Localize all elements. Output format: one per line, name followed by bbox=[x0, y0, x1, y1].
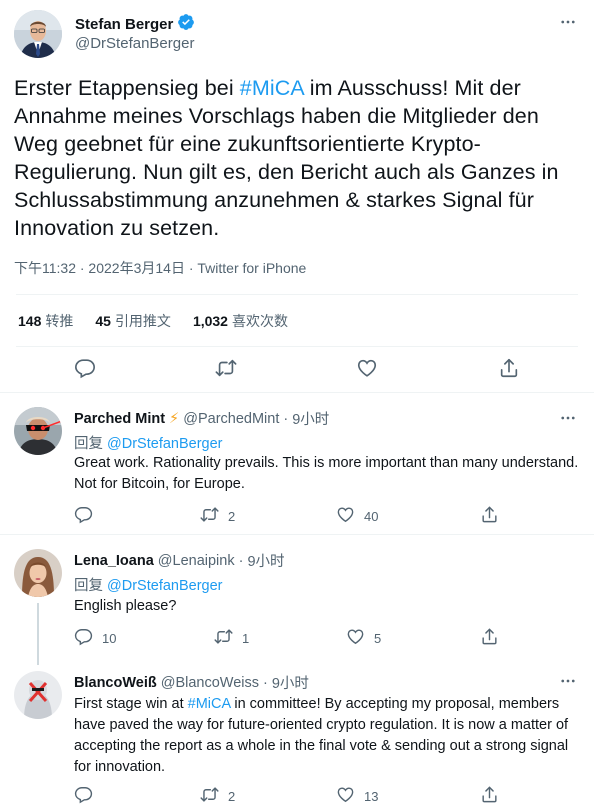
divider bbox=[16, 346, 578, 347]
like-icon[interactable] bbox=[355, 356, 379, 380]
reply-author-handle[interactable]: @ParchedMint bbox=[183, 411, 279, 427]
retweet-icon bbox=[200, 785, 219, 807]
retweet-icon bbox=[200, 505, 219, 527]
retweet-icon[interactable] bbox=[214, 356, 238, 380]
reply-author-name[interactable]: BlancoWeiß bbox=[74, 675, 157, 691]
retweet-button[interactable]: 2 bbox=[200, 785, 235, 807]
share-icon[interactable] bbox=[497, 356, 521, 380]
replying-to: 回复 @DrStefanBerger bbox=[74, 436, 223, 452]
more-icon[interactable] bbox=[558, 12, 578, 32]
like-icon bbox=[346, 627, 365, 649]
share-icon[interactable] bbox=[480, 505, 499, 524]
retweet-count[interactable]: 148 转推 bbox=[18, 311, 73, 331]
reply-header: Lena_Ioana @Lenaipink · 9小时 bbox=[74, 550, 285, 571]
reply-text: English please? bbox=[74, 598, 177, 614]
reply-icon bbox=[74, 627, 93, 649]
more-icon[interactable] bbox=[558, 671, 578, 691]
like-count: 40 bbox=[364, 508, 379, 524]
like-button[interactable]: 13 bbox=[336, 785, 378, 807]
reply-avatar[interactable] bbox=[14, 549, 62, 597]
like-count[interactable]: 1,032 喜欢次数 bbox=[193, 311, 288, 331]
reply-icon[interactable] bbox=[73, 356, 97, 380]
reply-avatar[interactable] bbox=[14, 671, 62, 719]
hashtag-link[interactable]: #MiCA bbox=[188, 696, 231, 712]
share-icon[interactable] bbox=[480, 785, 499, 804]
share-icon[interactable] bbox=[480, 627, 499, 646]
like-icon bbox=[336, 785, 355, 807]
author-name[interactable]: Stefan Berger bbox=[75, 13, 195, 35]
reply-time[interactable]: 9小时 bbox=[247, 550, 284, 571]
author-handle[interactable]: @DrStefanBerger bbox=[75, 35, 194, 52]
reply-author-handle[interactable]: @Lenaipink bbox=[158, 553, 235, 569]
retweet-count: 1 bbox=[242, 630, 250, 646]
main-tweet: Stefan Berger @DrStefanBerger Erster Eta… bbox=[0, 0, 594, 392]
mention-link[interactable]: @DrStefanBerger bbox=[107, 436, 222, 452]
tweet-timestamp[interactable]: 下午11:32 · 2022年3月14日 · Twitter for iPhon… bbox=[14, 258, 306, 278]
like-button[interactable]: 40 bbox=[336, 505, 378, 527]
tweet-actions bbox=[0, 356, 594, 386]
retweet-count: 2 bbox=[228, 788, 236, 804]
reply-author-name[interactable]: Parched Mint bbox=[74, 411, 165, 427]
divider bbox=[16, 294, 578, 295]
reply-text: Great work. Rationality prevails. This i… bbox=[74, 455, 579, 492]
more-icon[interactable] bbox=[558, 408, 578, 428]
retweet-icon bbox=[214, 627, 233, 649]
reply-icon[interactable] bbox=[74, 785, 93, 804]
reply-time[interactable]: 9小时 bbox=[292, 408, 329, 429]
verified-badge-icon bbox=[177, 13, 195, 35]
reply-author-name[interactable]: Lena_Ioana bbox=[74, 553, 154, 569]
reply-tweet: Parched Mint ⚡ @ParchedMint · 9小时 回复 @Dr… bbox=[0, 393, 594, 533]
reply-time[interactable]: 9小时 bbox=[272, 672, 309, 693]
author-avatar[interactable] bbox=[14, 10, 62, 58]
lightning-badge-icon: ⚡ bbox=[169, 410, 180, 427]
tweet-text: Erster Etappensieg bei #MiCA im Ausschus… bbox=[14, 76, 559, 240]
reply-actions: 2 40 bbox=[74, 505, 574, 527]
thread-line bbox=[37, 603, 39, 665]
tweet-stats: 148 转推 45 引用推文 1,032 喜欢次数 bbox=[18, 311, 288, 331]
like-icon bbox=[336, 505, 355, 527]
reply-count: 10 bbox=[102, 630, 117, 646]
like-count: 5 bbox=[374, 630, 382, 646]
retweet-button[interactable]: 2 bbox=[200, 505, 235, 527]
like-count: 13 bbox=[364, 788, 379, 804]
reply-author-handle[interactable]: @BlancoWeiss bbox=[161, 675, 259, 691]
replying-to: 回复 @DrStefanBerger bbox=[74, 578, 223, 594]
retweet-button[interactable]: 1 bbox=[214, 627, 249, 649]
like-button[interactable]: 5 bbox=[346, 627, 381, 649]
reply-tweet: Lena_Ioana @Lenaipink · 9小时 回复 @DrStefan… bbox=[0, 535, 594, 665]
reply-tweet: BlancoWeiß @BlancoWeiss · 9小时 First stag… bbox=[0, 665, 594, 812]
quote-count[interactable]: 45 引用推文 bbox=[95, 311, 171, 331]
hashtag-link[interactable]: #MiCA bbox=[240, 76, 304, 100]
reply-avatar[interactable] bbox=[14, 407, 62, 455]
reply-text: First stage win at #MiCA in committee! B… bbox=[74, 696, 569, 775]
reply-icon[interactable] bbox=[74, 505, 93, 524]
reply-button[interactable]: 10 bbox=[74, 627, 116, 649]
mention-link[interactable]: @DrStefanBerger bbox=[107, 578, 222, 594]
reply-actions: 10 1 5 bbox=[74, 627, 574, 649]
reply-header: BlancoWeiß @BlancoWeiss · 9小时 bbox=[74, 672, 309, 693]
reply-header: Parched Mint ⚡ @ParchedMint · 9小时 bbox=[74, 408, 329, 429]
retweet-count: 2 bbox=[228, 508, 236, 524]
reply-actions: 2 13 bbox=[74, 785, 574, 807]
